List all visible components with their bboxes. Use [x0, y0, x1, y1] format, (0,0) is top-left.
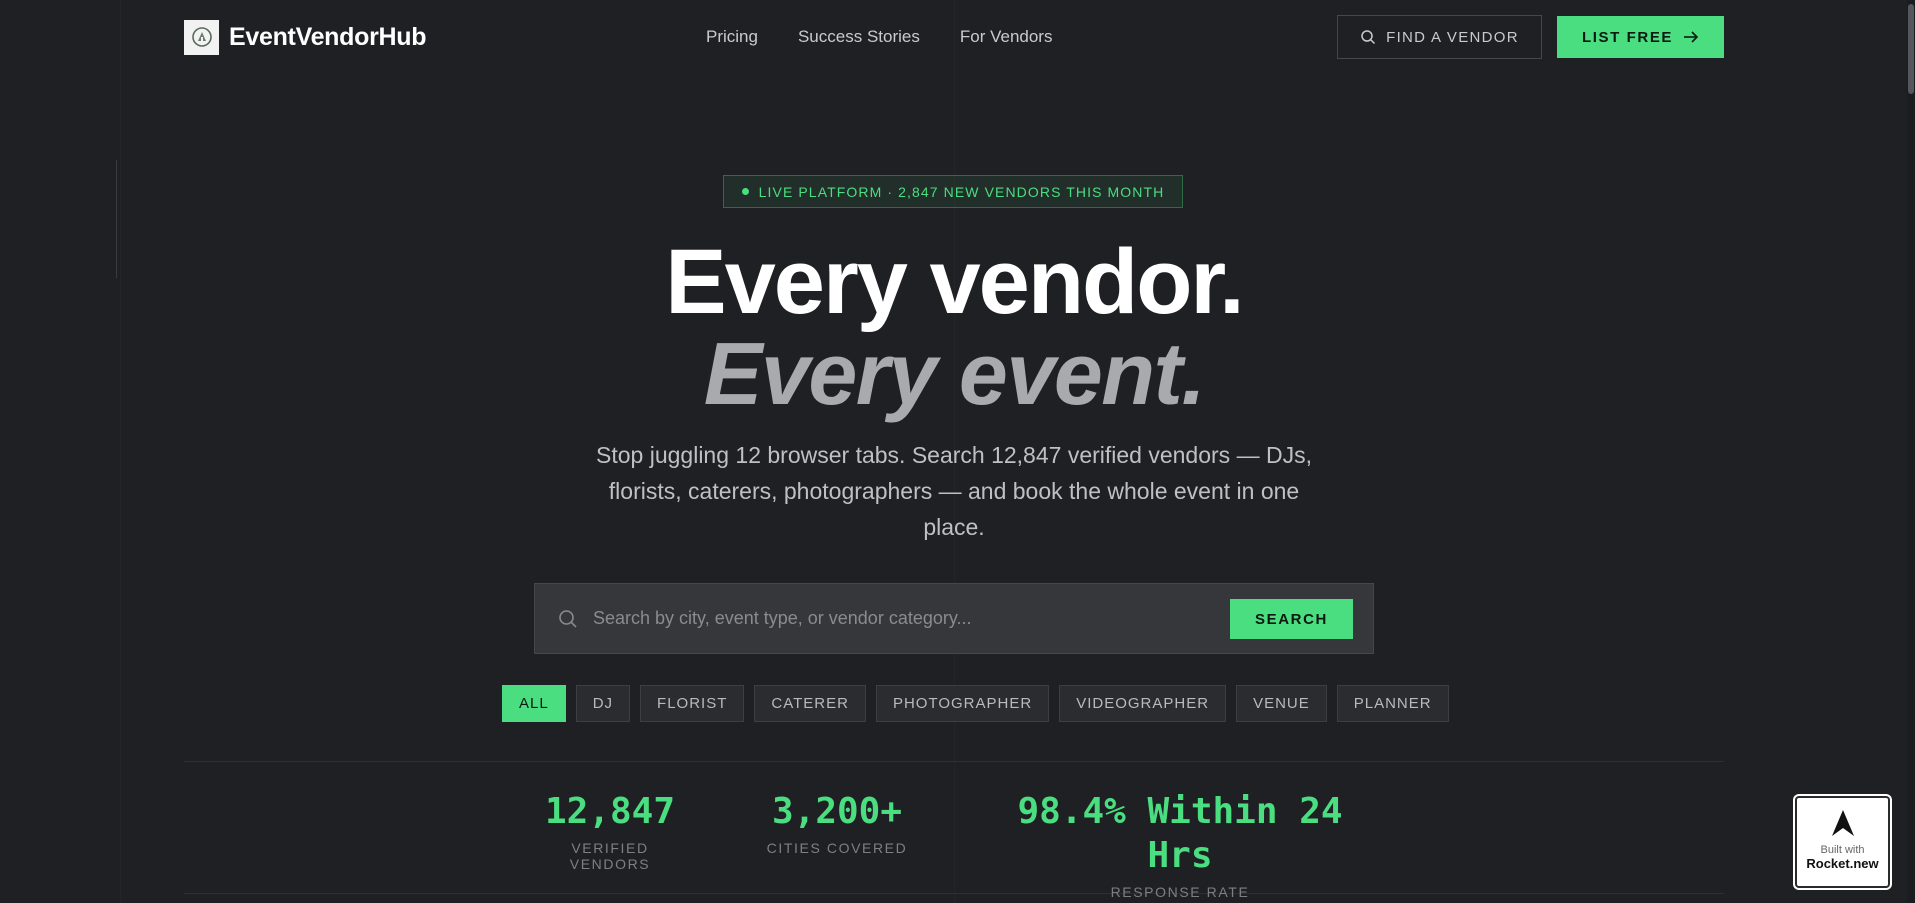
- stat-response-rate: 98.4% Within 24 Hrs RESPONSE RATE: [975, 790, 1385, 900]
- logo[interactable]: EventVendorHub: [184, 19, 427, 55]
- page-scrollbar[interactable]: [1907, 0, 1915, 903]
- live-platform-badge: LIVE PLATFORM · 2,847 NEW VENDORS THIS M…: [723, 175, 1183, 208]
- search-input[interactable]: [593, 608, 1213, 629]
- logo-text: EventVendorHub: [229, 22, 427, 51]
- find-vendor-label: FIND A VENDOR: [1386, 28, 1519, 46]
- rocket-icon: [1831, 810, 1854, 836]
- filter-chip-florist[interactable]: FLORIST: [640, 685, 745, 722]
- hero-title-line2: Every event.: [703, 324, 1206, 423]
- badge-dot-icon: [741, 188, 749, 195]
- site-header: EventVendorHub Pricing Success Stories F…: [0, 0, 1915, 74]
- filter-chip-photographer[interactable]: PHOTOGRAPHER: [875, 685, 1050, 722]
- stat-value: 12,847: [544, 791, 676, 832]
- hero-title-line1: Every vendor.: [665, 231, 1244, 333]
- scrollbar-thumb[interactable]: [1908, 4, 1914, 94]
- section-divider: [184, 761, 1724, 762]
- rocket-built-with: Built with: [1820, 844, 1865, 856]
- filter-chip-caterer[interactable]: CATERER: [754, 685, 866, 722]
- search-bar: SEARCH: [534, 583, 1374, 654]
- find-vendor-button[interactable]: FIND A VENDOR: [1337, 15, 1542, 59]
- main-nav: Pricing Success Stories For Vendors: [706, 27, 1092, 47]
- list-free-button[interactable]: LIST FREE: [1557, 16, 1724, 58]
- filter-chip-venue[interactable]: VENUE: [1236, 685, 1327, 722]
- stat-label: VERIFIED VENDORS: [569, 840, 651, 872]
- nav-for-vendors[interactable]: For Vendors: [960, 27, 1053, 47]
- list-free-label: LIST FREE: [1581, 28, 1674, 46]
- filter-chip-videographer[interactable]: VIDEOGRAPHER: [1059, 685, 1227, 722]
- built-with-rocket-badge[interactable]: Built with Rocket.new: [1795, 796, 1890, 888]
- section-divider: [184, 893, 1724, 894]
- filter-chip-dj[interactable]: DJ: [575, 685, 631, 722]
- search-icon: [1361, 30, 1376, 45]
- stat-cities-covered: 3,200+ CITIES COVERED: [763, 790, 911, 856]
- logo-icon: [184, 19, 219, 55]
- nav-pricing[interactable]: Pricing: [706, 27, 758, 47]
- rocket-name: Rocket.new: [1806, 856, 1879, 871]
- bg-grid-line: [120, 0, 121, 903]
- stat-label: CITIES COVERED: [766, 840, 908, 856]
- stat-verified-vendors: 12,847 VERIFIED VENDORS: [531, 790, 689, 872]
- stat-value: 3,200+: [771, 791, 903, 832]
- stat-label: RESPONSE RATE: [1110, 884, 1250, 900]
- filter-chip-planner[interactable]: PLANNER: [1336, 685, 1449, 722]
- badge-text: LIVE PLATFORM · 2,847 NEW VENDORS THIS M…: [758, 183, 1165, 200]
- search-icon: [557, 608, 579, 630]
- nav-success-stories[interactable]: Success Stories: [798, 27, 920, 47]
- search-button[interactable]: SEARCH: [1230, 599, 1353, 639]
- stat-value: 98.4% Within 24 Hrs: [1017, 791, 1343, 876]
- hero-subtitle: Stop juggling 12 browser tabs. Search 12…: [596, 442, 1312, 540]
- filter-chip-all[interactable]: ALL: [502, 685, 566, 722]
- category-filters: ALL DJ FLORIST CATERER PHOTOGRAPHER VIDE…: [502, 685, 1459, 722]
- arrow-right-icon: [1684, 31, 1699, 43]
